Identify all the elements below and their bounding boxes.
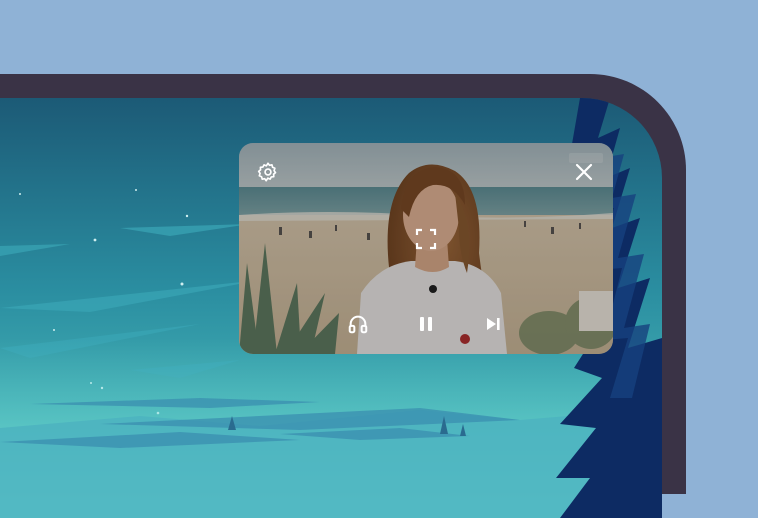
settings-button[interactable] — [252, 156, 284, 188]
skip-next-icon — [487, 318, 500, 330]
pause-icon — [420, 317, 432, 331]
gear-icon — [257, 162, 277, 182]
close-button[interactable] — [568, 156, 600, 188]
skip-next-button[interactable] — [477, 308, 509, 340]
picture-in-picture-player[interactable] — [239, 143, 613, 354]
audio-only-button[interactable] — [342, 308, 374, 340]
fullscreen-icon — [415, 228, 437, 250]
close-icon — [575, 163, 593, 181]
fullscreen-button[interactable] — [410, 223, 442, 255]
pause-button[interactable] — [410, 308, 442, 340]
headphones-icon — [348, 315, 368, 334]
